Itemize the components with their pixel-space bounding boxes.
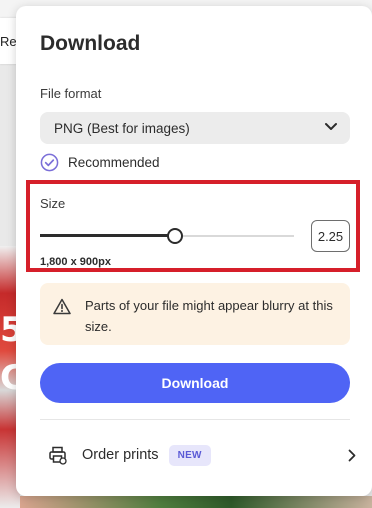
canvas-image-bottom [20, 496, 372, 508]
chevron-down-icon [325, 123, 337, 130]
printer-icon [49, 446, 67, 465]
file-format-label: File format [40, 86, 102, 101]
canvas-card-text: Re [0, 34, 17, 49]
recommended-label: Recommended [68, 155, 160, 170]
file-format-select[interactable]: PNG (Best for images) [40, 112, 350, 144]
download-panel: Download File format PNG (Best for image… [16, 6, 372, 496]
panel-title: Download [40, 32, 141, 55]
recommended-indicator: Recommended [40, 153, 160, 172]
order-prints-label: Order prints [82, 447, 159, 463]
size-label: Size [40, 196, 66, 211]
warning-text: Parts of your file might appear blurry a… [85, 298, 333, 334]
size-section: Size 2.25 1,800 x 900px [26, 180, 360, 272]
size-dimensions: 1,800 x 900px [40, 256, 111, 268]
warning-icon [53, 298, 71, 315]
check-circle-icon [40, 153, 59, 172]
chevron-right-icon [348, 449, 356, 462]
new-badge: NEW [168, 444, 211, 466]
divider [40, 419, 350, 420]
download-button[interactable]: Download [40, 363, 350, 403]
slider-fill [40, 234, 175, 237]
slider-thumb[interactable] [166, 228, 183, 244]
file-format-value: PNG (Best for images) [54, 120, 190, 136]
size-slider[interactable] [40, 228, 294, 244]
size-scale-input[interactable]: 2.25 [311, 220, 350, 252]
order-prints-row[interactable]: Order prints NEW [40, 438, 356, 472]
warning-banner: Parts of your file might appear blurry a… [40, 283, 350, 345]
